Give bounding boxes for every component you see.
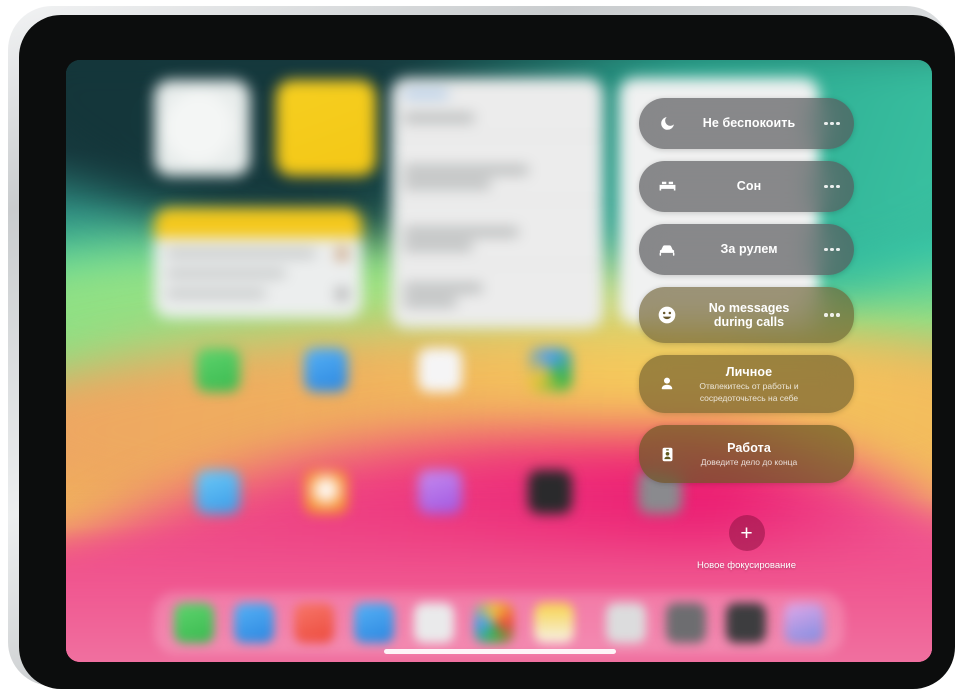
dock-icon[interactable] <box>666 603 706 643</box>
app-icon[interactable] <box>418 348 462 392</box>
new-focus-section: + Новое фокусирование <box>639 515 854 571</box>
mail-widget[interactable] <box>391 78 603 328</box>
ipad-screen: Не беспокоить Сон За рулем No messages d… <box>66 60 932 662</box>
dock-icon[interactable] <box>174 603 214 643</box>
add-focus-button[interactable]: + <box>728 515 765 551</box>
id-badge-icon <box>650 446 684 463</box>
focus-mode-subtitle-line2: сосредоточьтесь на себе <box>699 392 799 403</box>
mail-row <box>403 166 529 174</box>
dock-icon[interactable] <box>726 603 766 643</box>
app-icon[interactable] <box>528 348 572 392</box>
focus-mode-label: Личное Отвлекитесь от работы и сосредото… <box>684 365 814 403</box>
focus-mode-title-line1: No messages <box>708 301 790 315</box>
focus-mode-label: No messages during calls <box>684 301 814 329</box>
focus-mode-title: За рулем <box>720 242 778 256</box>
focus-mode-title: Не беспокоить <box>702 116 796 130</box>
mail-row <box>403 90 449 98</box>
mail-separator <box>391 200 603 201</box>
focus-mode-ellipsis-icon[interactable] <box>814 121 850 126</box>
app-icon[interactable] <box>196 470 240 514</box>
dock-icon[interactable] <box>606 603 646 643</box>
focus-mode-ellipsis-icon[interactable] <box>814 184 850 189</box>
reminders-avatar <box>336 288 348 300</box>
focus-mode-do-not-disturb[interactable]: Не беспокоить <box>639 98 854 149</box>
app-icon[interactable] <box>418 470 462 514</box>
mail-row <box>403 284 483 292</box>
app-icon[interactable] <box>528 470 572 514</box>
focus-mode-label: Сон <box>684 179 814 194</box>
reminders-row <box>166 290 266 297</box>
reminders-widget[interactable] <box>154 208 362 318</box>
dock-icon[interactable] <box>784 603 824 643</box>
crescent-moon-icon <box>650 115 684 132</box>
car-icon <box>650 240 684 260</box>
focus-mode-subtitle-line1: Доведите дело до конца <box>700 456 798 467</box>
focus-mode-work[interactable]: Работа Доведите дело до конца <box>639 425 854 483</box>
focus-mode-ellipsis-icon[interactable] <box>814 247 850 252</box>
app-icon[interactable] <box>304 348 348 392</box>
dock-icon[interactable] <box>534 603 574 643</box>
focus-mode-subtitle-line1: Отвлекитесь от работы и <box>699 381 799 391</box>
dock-icon[interactable] <box>474 603 514 643</box>
focus-mode-label: Работа Доведите дело до конца <box>684 441 814 468</box>
clock-hand-icon <box>196 123 226 142</box>
mail-row <box>403 242 473 250</box>
reminders-avatar <box>336 248 348 260</box>
smiley-face-icon <box>650 305 684 325</box>
reminders-widget-header <box>154 208 362 238</box>
focus-mode-label: Не беспокоить <box>684 116 814 131</box>
reminders-row <box>166 270 286 277</box>
dock-icon[interactable] <box>414 603 454 643</box>
focus-mode-no-messages-during-calls[interactable]: No messages during calls <box>639 287 854 343</box>
ipad-bezel: Не беспокоить Сон За рулем No messages d… <box>19 15 955 689</box>
bed-icon <box>650 177 684 196</box>
focus-mode-label: За рулем <box>684 242 814 257</box>
focus-mode-title: Личное <box>725 365 773 379</box>
app-icon[interactable] <box>196 348 240 392</box>
focus-mode-sleep[interactable]: Сон <box>639 161 854 212</box>
new-focus-label: Новое фокусирование <box>697 560 796 571</box>
home-indicator[interactable] <box>384 649 616 654</box>
mail-row <box>403 298 457 306</box>
reminders-row <box>166 250 316 257</box>
dock-icon[interactable] <box>234 603 274 643</box>
focus-mode-title: Сон <box>736 179 762 193</box>
focus-mode-personal[interactable]: Личное Отвлекитесь от работы и сосредото… <box>639 355 854 413</box>
ipad-device-frame: Не беспокоить Сон За рулем No messages d… <box>8 6 955 689</box>
dock-icon[interactable] <box>294 603 334 643</box>
mail-row <box>403 228 519 236</box>
plus-icon: + <box>740 521 753 545</box>
mail-row <box>403 180 491 188</box>
dock-icon[interactable] <box>354 603 394 643</box>
focus-mode-driving[interactable]: За рулем <box>639 224 854 275</box>
mail-separator <box>391 264 603 265</box>
focus-mode-title: Работа <box>727 440 771 455</box>
mail-separator <box>391 136 603 137</box>
clock-widget[interactable] <box>154 80 250 176</box>
notes-widget[interactable] <box>276 80 376 176</box>
app-icon[interactable] <box>304 470 348 514</box>
focus-mode-title-line2: during calls <box>713 315 785 329</box>
focus-mode-ellipsis-icon[interactable] <box>814 313 850 317</box>
focus-panel: Не беспокоить Сон За рулем No messages d… <box>639 98 854 495</box>
mail-row <box>403 114 475 122</box>
person-icon <box>650 375 684 393</box>
